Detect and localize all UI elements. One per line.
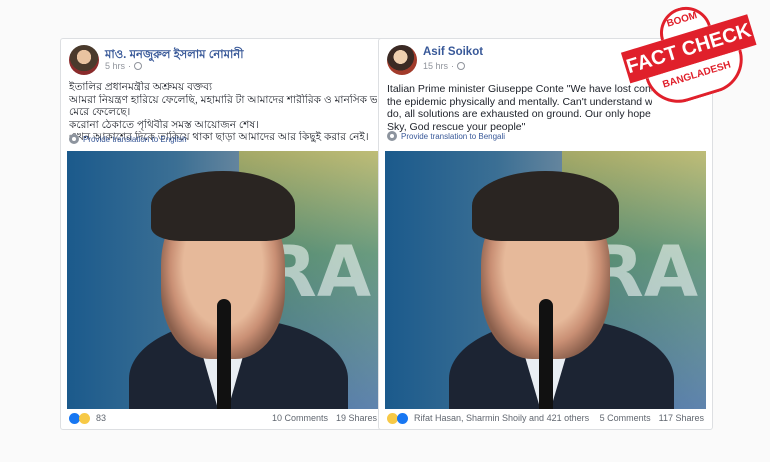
- timestamp-text[interactable]: 5 hrs: [105, 61, 125, 71]
- post-photo[interactable]: RA: [385, 151, 706, 409]
- post-line: আমরা নিয়ন্ত্রণ হারিয়ে ফেলেছি, মহামারি …: [69, 93, 377, 106]
- sad-reaction-icon: [79, 412, 90, 424]
- comments-count[interactable]: 5 Comments: [600, 413, 651, 423]
- translate-label: Provide translation to Bengali: [401, 131, 506, 141]
- post-photo[interactable]: RA: [67, 151, 379, 409]
- globe-icon: [134, 62, 143, 70]
- author-avatar[interactable]: [69, 45, 99, 75]
- shares-count[interactable]: 117 Shares: [659, 413, 704, 423]
- hair-shape: [151, 171, 295, 241]
- facebook-post-bengali: মাও. মনজুরুল ইসলাম নোমানী 5 hrs · ইতালির…: [60, 38, 386, 430]
- reactions[interactable]: 83: [69, 412, 107, 424]
- post-line: মেরে ফেলেছে।: [69, 106, 131, 118]
- translate-icon: [69, 134, 79, 144]
- post-line: করোনা ঠেকাতে পৃথিবীর সমস্ত আয়োজন শেষ।: [69, 118, 259, 131]
- globe-icon: [457, 62, 466, 70]
- post-line: do, all solutions are exhausted on groun…: [387, 108, 652, 120]
- translate-link[interactable]: Provide translation to Bengali: [387, 131, 505, 141]
- translate-link[interactable]: Provide translation to English: [69, 134, 187, 144]
- translate-icon: [387, 131, 397, 141]
- screenshot-frame: মাও. মনজুরুল ইসলাম নোমানী 5 hrs · ইতালির…: [0, 0, 770, 462]
- translate-label: Provide translation to English: [83, 134, 187, 144]
- post-line: ইতালির প্রধানমন্ত্রীর অশ্রুময় বক্তব্য: [69, 81, 213, 93]
- post-footer: Rifat Hasan, Sharmin Shoily and 421 othe…: [387, 411, 704, 425]
- engagement-counts: 10 Comments 19 Shares: [272, 413, 377, 423]
- post-body: Italian Prime minister Giuseppe Conte "W…: [387, 83, 652, 133]
- author-avatar[interactable]: [387, 45, 417, 75]
- hair-shape: [471, 171, 620, 241]
- microphone-shape: [539, 299, 554, 409]
- post-line: Italian Prime minister Giuseppe Conte "W…: [387, 83, 652, 95]
- microphone-shape: [216, 299, 231, 409]
- like-reaction-icon: [397, 412, 408, 424]
- author-name[interactable]: Asif Soikot: [423, 46, 483, 58]
- comments-count[interactable]: 10 Comments: [272, 413, 328, 423]
- dot-separator: ·: [451, 61, 455, 71]
- post-line: the epidemic physically and mentally. Ca…: [387, 95, 652, 108]
- reaction-count: 83: [96, 413, 107, 423]
- post-header: মাও. মনজুরুল ইসলাম নোমানী 5 hrs ·: [69, 45, 377, 77]
- shares-count[interactable]: 19 Shares: [336, 413, 377, 423]
- post-footer: 83 10 Comments 19 Shares: [69, 411, 377, 425]
- reaction-names: Rifat Hasan, Sharmin Shoily and 421 othe…: [414, 413, 590, 423]
- engagement-counts: 5 Comments 117 Shares: [600, 413, 704, 423]
- timestamp-text[interactable]: 15 hrs: [423, 61, 448, 71]
- post-timestamp: 5 hrs ·: [105, 61, 143, 71]
- reactions[interactable]: Rifat Hasan, Sharmin Shoily and 421 othe…: [387, 412, 590, 424]
- dot-separator: ·: [128, 61, 132, 71]
- post-timestamp: 15 hrs ·: [423, 61, 466, 71]
